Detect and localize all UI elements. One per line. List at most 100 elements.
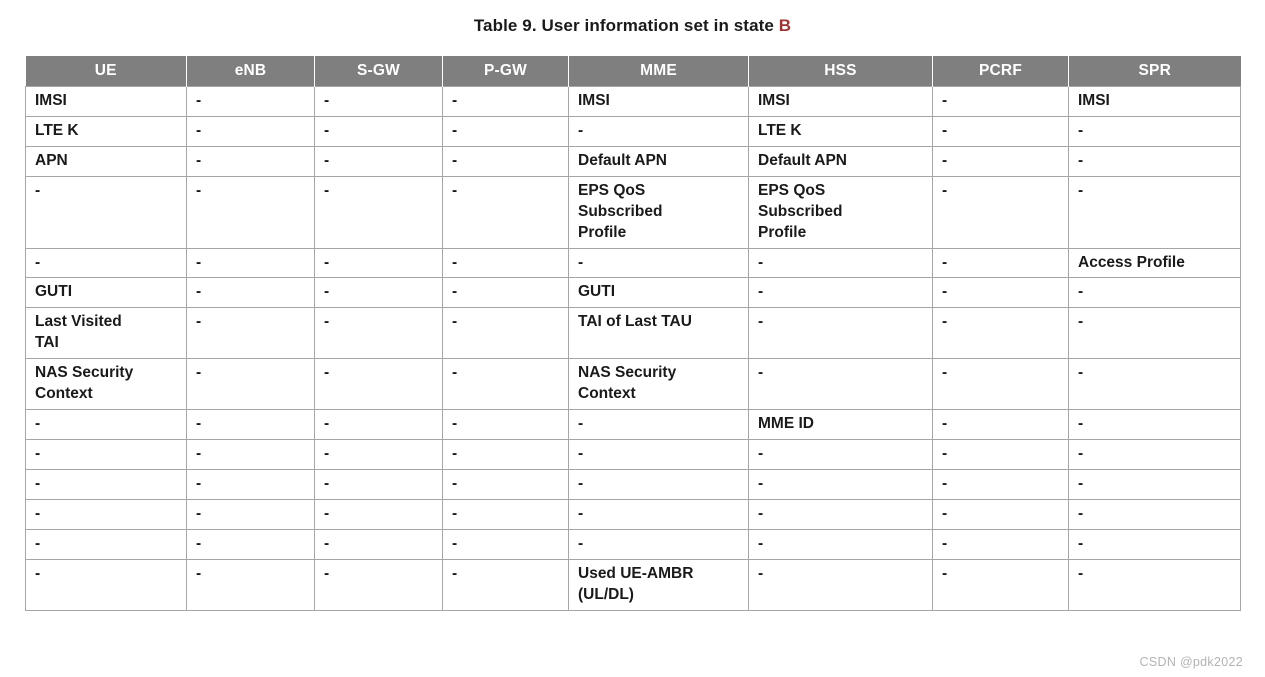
table-cell: GUTI [568,277,749,309]
table-cell: - [186,498,315,530]
column-header-spr: SPR [1068,56,1241,87]
table-cell: IMSI [568,86,749,117]
table-cell: - [442,115,569,147]
table-cell: - [25,175,187,249]
table-cell: - [186,528,315,560]
table-cell: - [932,307,1069,360]
table-cell: - [442,498,569,530]
table-container: UE eNB S-GW P-GW MME HSS PCRF SPR IMSI - - - IMSI IM… [25,56,1241,611]
table-row: - - - - - - - Access Profile [25,247,1241,279]
column-header-pcrf: PCRF [932,56,1069,87]
table-cell: - [568,247,749,279]
table-header: UE eNB S-GW P-GW MME HSS PCRF SPR [25,56,1241,87]
table-cell: - [186,247,315,279]
table-cell: - [314,358,443,411]
table-cell: - [186,409,315,440]
table-cell: - [314,438,443,470]
table-cell: - [314,86,443,117]
table-cell: - [442,358,569,411]
table-cell: - [314,247,443,279]
table-cell: APN [25,145,187,177]
table-cell: - [314,498,443,530]
table-cell: - [1068,307,1241,360]
table-cell: - [932,175,1069,249]
table-cell: Used UE-AMBR (UL/DL) [568,558,749,611]
table-cell: - [442,528,569,560]
table-cell: - [1068,358,1241,411]
table-cell: - [314,277,443,309]
table-cell: - [25,438,187,470]
table-cell: - [314,115,443,147]
table-cell: - [186,307,315,360]
table-cell: - [932,115,1069,147]
table-cell: MME ID [748,409,933,440]
table-cell: - [932,247,1069,279]
table-cell: - [568,409,749,440]
table-cell: - [442,307,569,360]
table-cell: - [1068,438,1241,470]
table-cell: - [1068,115,1241,147]
table-caption: Table 9. User information set in state B [0,0,1265,39]
table-cell: - [25,558,187,611]
table-cell: Last Visited TAI [25,307,187,360]
table-cell: Default APN [748,145,933,177]
table-cell: - [932,277,1069,309]
table-cell: NAS Security Context [25,358,187,411]
table-cell: - [314,307,443,360]
table-cell: - [1068,175,1241,249]
table-cell: - [568,438,749,470]
table-row: -------- [25,438,1241,470]
table-cell: - [25,468,187,500]
table-cell: Default APN [568,145,749,177]
table-cell: - [442,247,569,279]
table-cell: EPS QoS Subscribed Profile [568,175,749,249]
table-cell: - [186,145,315,177]
table-cell: - [1068,277,1241,309]
table-cell: - [186,115,315,147]
table-cell: - [186,277,315,309]
table-cell: - [748,307,933,360]
watermark-text: CSDN @pdk2022 [1139,655,1243,669]
table-cell: - [314,528,443,560]
table-cell: GUTI [25,277,187,309]
table-row: -------- [25,528,1241,560]
table-cell: - [748,468,933,500]
table-cell: IMSI [25,86,187,117]
table-cell: - [932,409,1069,440]
column-header-hss: HSS [748,56,933,87]
table-header-row: UE eNB S-GW P-GW MME HSS PCRF SPR [25,56,1241,87]
table-cell: - [442,438,569,470]
table-cell: - [932,498,1069,530]
table-row: IMSI - - - IMSI IMSI - IMSI [25,86,1241,117]
table-cell: - [25,498,187,530]
table-cell: LTE K [25,115,187,147]
table-cell: - [1068,409,1241,440]
table-cell: - [932,528,1069,560]
table-caption-text: Table 9. User information set in state [473,16,779,35]
table-cell: - [442,145,569,177]
table-cell: - [748,438,933,470]
table-row: LTE K - - - - LTE K-- [25,115,1241,147]
table-cell: - [25,409,187,440]
table-cell: - [314,558,443,611]
table-row: - - - - EPS QoS Subscribed Profile EPS QoS Su… [25,175,1241,249]
table-cell: - [932,438,1069,470]
table-cell: - [186,175,315,249]
table-row: Last Visited TAI - - - TAI of Last TAU - - - [25,307,1241,360]
table-cell: - [186,86,315,117]
column-header-s-gw: S-GW [314,56,443,87]
table-cell: - [748,528,933,560]
table-cell: - [932,145,1069,177]
table-cell: - [748,277,933,309]
column-header-p-gw: P-GW [442,56,569,87]
table-cell: Access Profile [1068,247,1241,279]
table-cell: - [568,115,749,147]
table-cell: - [442,175,569,249]
table-row: -------- [25,468,1241,500]
table-cell: - [442,409,569,440]
table-cell: - [1068,498,1241,530]
column-header-mme: MME [568,56,749,87]
table-row: -------- [25,498,1241,530]
table-cell: - [1068,468,1241,500]
table-cell: - [932,358,1069,411]
